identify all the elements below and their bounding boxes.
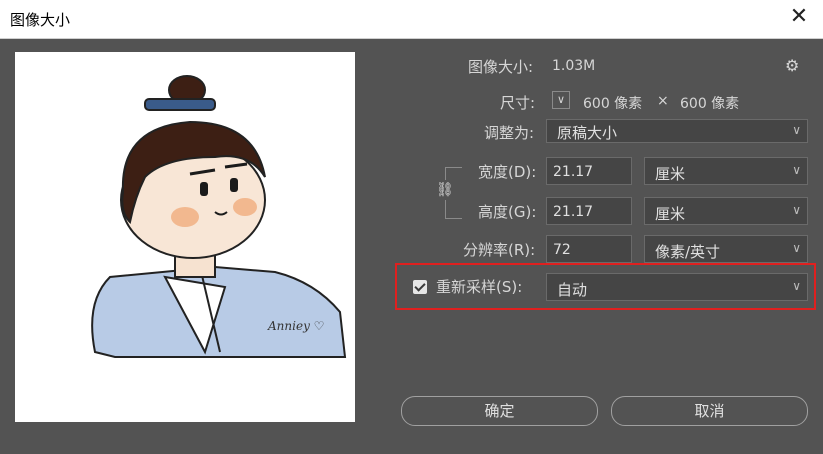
fit-to-label: 调整为: (484, 124, 535, 142)
cancel-button[interactable]: 取消 (611, 396, 808, 426)
dimensions-width: 600 像素 (583, 96, 643, 112)
cartoon-portrait-image: Anniey ♡ (91, 75, 347, 358)
link-icon[interactable]: ⛓ (436, 180, 454, 200)
height-label: 高度(G): (478, 203, 537, 221)
width-input[interactable]: 21.17 (546, 157, 632, 185)
resample-label: 重新采样(S): (436, 278, 523, 296)
width-label: 宽度(D): (478, 163, 537, 181)
dimensions-dropdown-chevron-icon[interactable]: ∨ (552, 91, 570, 109)
image-size-value: 1.03M (552, 58, 596, 74)
image-size-label: 图像大小: (468, 58, 534, 76)
chevron-down-icon: ∨ (792, 123, 801, 137)
ok-button[interactable]: 确定 (401, 396, 598, 426)
fit-to-select[interactable]: 原稿大小 ∨ (546, 119, 808, 143)
resolution-unit-value: 像素/英寸 (655, 243, 721, 261)
close-icon[interactable]: ✕ (789, 6, 809, 28)
gear-icon[interactable]: ⚙ (785, 56, 799, 75)
window-title: 图像大小 (10, 11, 71, 29)
chevron-down-icon: ∨ (792, 163, 801, 177)
dimensions-height: 600 像素 (680, 96, 740, 112)
resolution-unit-select[interactable]: 像素/英寸 ∨ (644, 235, 808, 263)
height-input[interactable]: 21.17 (546, 197, 632, 225)
height-unit-value: 厘米 (655, 205, 686, 223)
resolution-input[interactable]: 72 (546, 235, 632, 263)
title-bar: 图像大小 ✕ (0, 0, 823, 39)
width-unit-value: 厘米 (655, 165, 686, 183)
signature-text: Anniey ♡ (267, 319, 324, 333)
chevron-down-icon: ∨ (792, 241, 801, 255)
resample-checkbox[interactable] (413, 280, 427, 294)
chevron-down-icon: ∨ (792, 203, 801, 217)
resample-select[interactable]: 自动 ∨ (546, 273, 808, 301)
image-size-dialog: Anniey ♡ 图像大小: 1.03M ⚙ 尺寸: ∨ 600 像素 × 60… (0, 39, 823, 454)
resample-value: 自动 (557, 281, 588, 299)
dimensions-times: × (657, 93, 669, 109)
resolution-label: 分辨率(R): (463, 241, 536, 259)
chevron-down-icon: ∨ (792, 279, 801, 293)
height-unit-select[interactable]: 厘米 ∨ (644, 197, 808, 225)
dimensions-label: 尺寸: (500, 94, 536, 112)
fit-to-value: 原稿大小 (557, 124, 618, 142)
width-unit-select[interactable]: 厘米 ∨ (644, 157, 808, 185)
image-preview[interactable]: Anniey ♡ (15, 52, 355, 422)
